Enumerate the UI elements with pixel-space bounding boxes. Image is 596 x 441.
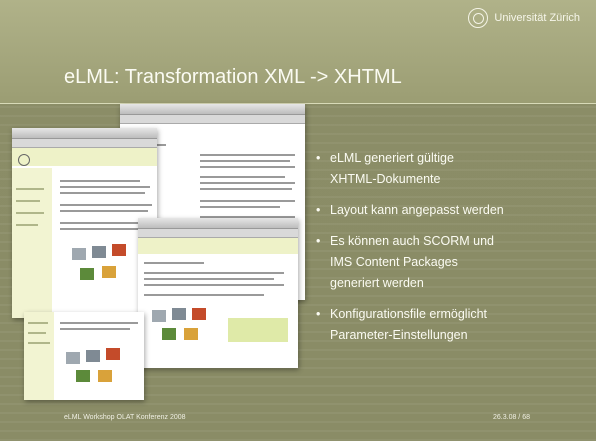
screenshot-browser-left — [12, 128, 157, 318]
seal-icon — [468, 8, 489, 28]
bullet-item: Layout kann angepasst werden — [316, 200, 586, 221]
bullet-text: Layout kann angepasst werden — [330, 203, 504, 217]
bullet-text: Es können auch SCORM und — [330, 234, 494, 248]
bullet-item: Konfigurationsfile ermöglicht Parameter-… — [316, 304, 586, 346]
bullet-text: XHTML-Dokumente — [330, 172, 441, 186]
bullet-text: eLML generiert gültige — [330, 151, 454, 165]
screenshot-browser-front — [138, 218, 298, 368]
bullet-text: IMS Content Packages — [330, 255, 458, 269]
bullet-list: eLML generiert gültige XHTML-Dokumente L… — [316, 148, 586, 356]
bullet-text: Parameter-Einstellungen — [330, 328, 468, 342]
slide: Universität Zürich eLML: Transformation … — [0, 0, 596, 441]
slide-title: eLML: Transformation XML -> XHTML — [64, 66, 402, 88]
bullet-text: Konfigurationsfile ermöglicht — [330, 307, 488, 321]
bullet-item: Es können auch SCORM und IMS Content Pac… — [316, 231, 586, 294]
footer-event: eLML Workshop OLAT Konferenz 2008 — [64, 414, 186, 421]
screenshot-browser-bottom — [24, 312, 144, 400]
bullet-text: generiert werden — [330, 276, 424, 290]
bullet-item: eLML generiert gültige XHTML-Dokumente — [316, 148, 586, 190]
logo-text: Universität Zürich — [494, 12, 580, 24]
university-logo: Universität Zürich — [468, 8, 580, 28]
footer-page-number: 26.3.08 / 68 — [493, 414, 530, 421]
